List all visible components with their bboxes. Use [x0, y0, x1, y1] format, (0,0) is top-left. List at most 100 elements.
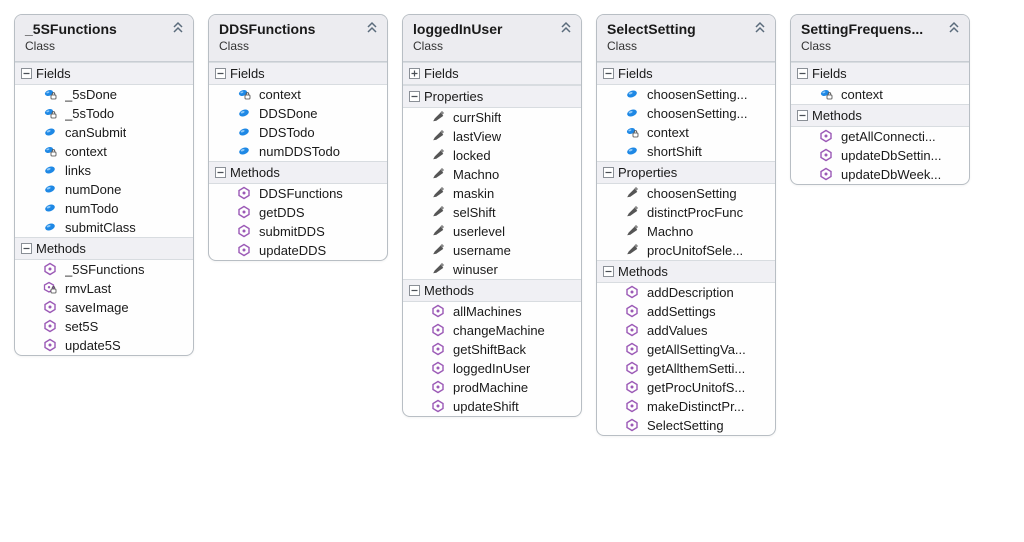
member-row[interactable]: getProcUnitofS... — [597, 378, 775, 397]
member-row[interactable]: changeMachine — [403, 321, 581, 340]
section-header[interactable]: Fields — [403, 62, 581, 85]
section-header[interactable]: Methods — [15, 237, 193, 260]
member-label: getProcUnitofS... — [647, 380, 745, 395]
member-row[interactable]: context — [209, 85, 387, 104]
member-row[interactable]: saveImage — [15, 298, 193, 317]
member-row[interactable]: getShiftBack — [403, 340, 581, 359]
member-row[interactable]: Machno — [403, 165, 581, 184]
field-icon — [43, 201, 57, 215]
collapse-icon[interactable] — [215, 167, 226, 178]
member-row[interactable]: updateDbWeek... — [791, 165, 969, 184]
member-row[interactable]: prodMachine — [403, 378, 581, 397]
member-row[interactable]: maskin — [403, 184, 581, 203]
member-row[interactable]: submitClass — [15, 218, 193, 237]
member-row[interactable]: getAllConnecti... — [791, 127, 969, 146]
member-row[interactable]: choosenSetting... — [597, 104, 775, 123]
member-row[interactable]: userlevel — [403, 222, 581, 241]
member-row[interactable]: DDSTodo — [209, 123, 387, 142]
section-header[interactable]: Properties — [597, 161, 775, 184]
section-header[interactable]: Methods — [403, 279, 581, 302]
member-row[interactable]: addDescription — [597, 283, 775, 302]
member-row[interactable]: addValues — [597, 321, 775, 340]
member-row[interactable]: Machno — [597, 222, 775, 241]
member-row[interactable]: updateShift — [403, 397, 581, 416]
member-row[interactable]: SelectSetting — [597, 416, 775, 435]
member-row[interactable]: context — [597, 123, 775, 142]
member-row[interactable]: procUnitofSele... — [597, 241, 775, 260]
section-header[interactable]: Methods — [597, 260, 775, 283]
collapse-icon[interactable] — [797, 110, 808, 121]
member-row[interactable]: DDSDone — [209, 104, 387, 123]
section-header[interactable]: Fields — [15, 62, 193, 85]
collapse-icon[interactable] — [21, 68, 32, 79]
collapse-icon[interactable] — [603, 266, 614, 277]
member-row[interactable]: updateDbSettin... — [791, 146, 969, 165]
member-row[interactable]: loggedInUser — [403, 359, 581, 378]
member-label: getAllConnecti... — [841, 129, 936, 144]
member-row[interactable]: context — [791, 85, 969, 104]
section-header[interactable]: Fields — [791, 62, 969, 85]
member-row[interactable]: getDDS — [209, 203, 387, 222]
collapse-icon[interactable] — [603, 167, 614, 178]
expand-icon[interactable] — [409, 68, 420, 79]
collapse-icon[interactable] — [21, 243, 32, 254]
collapse-icon[interactable] — [947, 21, 961, 35]
class-box[interactable]: SelectSetting Class Fields choosenSettin… — [596, 14, 776, 436]
member-label: changeMachine — [453, 323, 545, 338]
section-header[interactable]: Methods — [209, 161, 387, 184]
member-row[interactable]: selShift — [403, 203, 581, 222]
section-header[interactable]: Methods — [791, 104, 969, 127]
class-box[interactable]: _5SFunctions Class Fields _5sDone _5sTod… — [14, 14, 194, 356]
member-row[interactable]: canSubmit — [15, 123, 193, 142]
collapse-icon[interactable] — [171, 21, 185, 35]
member-row[interactable]: allMachines — [403, 302, 581, 321]
member-row[interactable]: makeDistinctPr... — [597, 397, 775, 416]
member-row[interactable]: addSettings — [597, 302, 775, 321]
member-row[interactable]: getAllSettingVa... — [597, 340, 775, 359]
member-row[interactable]: _5sTodo — [15, 104, 193, 123]
member-row[interactable]: numDone — [15, 180, 193, 199]
class-box[interactable]: loggedInUser Class Fields Properties cur… — [402, 14, 582, 417]
member-row[interactable]: choosenSetting... — [597, 85, 775, 104]
member-row[interactable]: choosenSetting — [597, 184, 775, 203]
member-label: choosenSetting — [647, 186, 737, 201]
member-row[interactable]: _5SFunctions — [15, 260, 193, 279]
member-row[interactable]: shortShift — [597, 142, 775, 161]
member-row[interactable]: winuser — [403, 260, 581, 279]
member-list: getAllConnecti... updateDbSettin... upda… — [791, 127, 969, 184]
collapse-icon[interactable] — [365, 21, 379, 35]
member-row[interactable]: numTodo — [15, 199, 193, 218]
member-row[interactable]: lastView — [403, 127, 581, 146]
section-header[interactable]: Properties — [403, 85, 581, 108]
collapse-icon[interactable] — [559, 21, 573, 35]
member-label: addValues — [647, 323, 707, 338]
collapse-icon[interactable] — [215, 68, 226, 79]
member-row[interactable]: update5S — [15, 336, 193, 355]
section-header[interactable]: Fields — [597, 62, 775, 85]
member-row[interactable]: updateDDS — [209, 241, 387, 260]
member-row[interactable]: DDSFunctions — [209, 184, 387, 203]
collapse-icon[interactable] — [603, 68, 614, 79]
class-box[interactable]: DDSFunctions Class Fields context DDSDon… — [208, 14, 388, 261]
member-row[interactable]: getAllthemSetti... — [597, 359, 775, 378]
section-header[interactable]: Fields — [209, 62, 387, 85]
collapse-icon[interactable] — [409, 285, 420, 296]
member-row[interactable]: numDDSTodo — [209, 142, 387, 161]
member-row[interactable]: links — [15, 161, 193, 180]
member-row[interactable]: rmvLast — [15, 279, 193, 298]
collapse-icon[interactable] — [797, 68, 808, 79]
class-header: _5SFunctions Class — [15, 15, 193, 62]
member-row[interactable]: username — [403, 241, 581, 260]
class-box[interactable]: SettingFrequens... Class Fields context … — [790, 14, 970, 185]
collapse-icon[interactable] — [753, 21, 767, 35]
member-label: getAllSettingVa... — [647, 342, 746, 357]
member-row[interactable]: set5S — [15, 317, 193, 336]
collapse-icon[interactable] — [409, 91, 420, 102]
member-row[interactable]: locked — [403, 146, 581, 165]
member-row[interactable]: distinctProcFunc — [597, 203, 775, 222]
class-header: SelectSetting Class — [597, 15, 775, 62]
member-row[interactable]: currShift — [403, 108, 581, 127]
member-row[interactable]: _5sDone — [15, 85, 193, 104]
member-row[interactable]: submitDDS — [209, 222, 387, 241]
member-row[interactable]: context — [15, 142, 193, 161]
